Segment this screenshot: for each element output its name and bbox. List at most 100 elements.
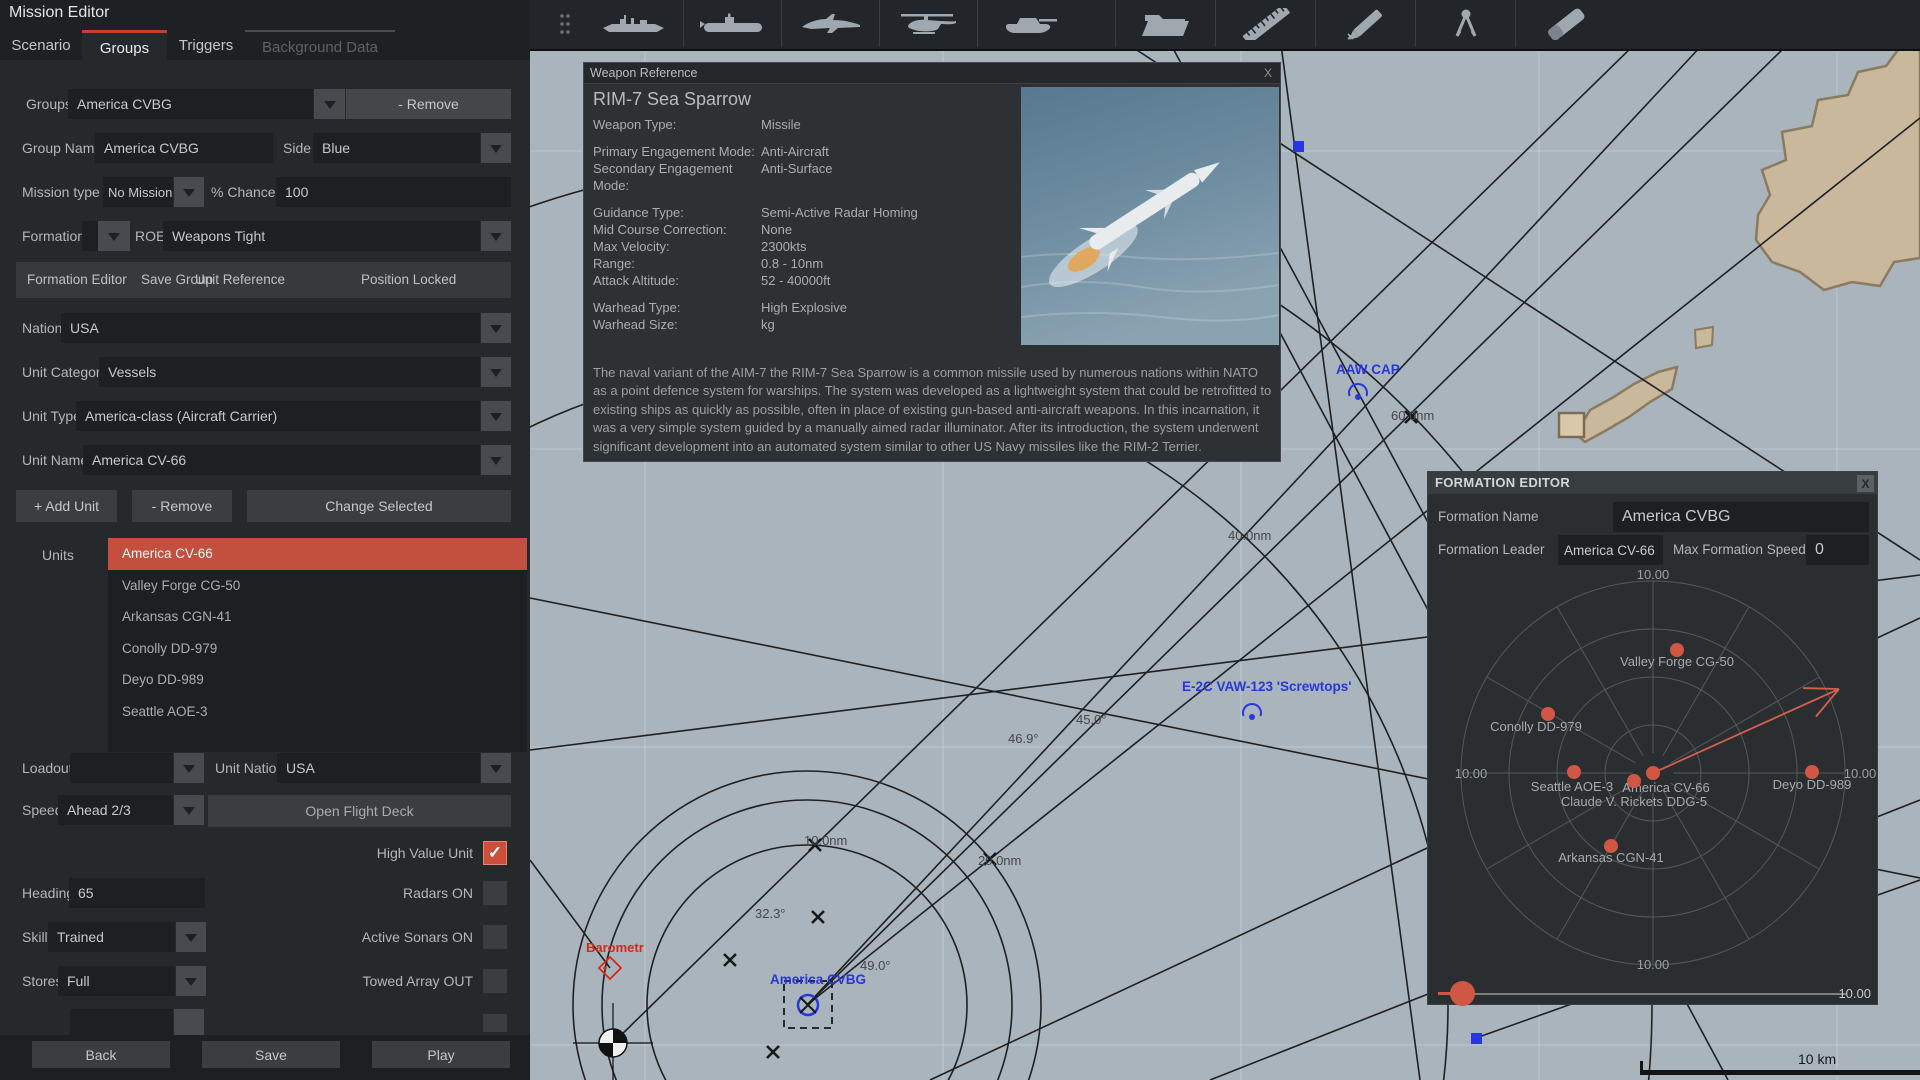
clipped-field[interactable] [70,1009,173,1035]
unit-type-dropdown-button[interactable] [481,401,511,431]
tab-scenario[interactable]: Scenario [0,30,82,60]
position-locked-toggle[interactable]: Position Locked [361,262,456,298]
stores-dropdown-button[interactable] [176,966,206,996]
open-flight-deck-button[interactable]: Open Flight Deck [208,795,511,827]
unit-marker-square[interactable] [1471,1033,1482,1044]
toolbar-aircraft-button[interactable] [781,0,880,47]
mission-type-dropdown-button[interactable] [174,177,204,207]
tank-icon [1006,17,1057,33]
warship-icon [603,14,664,32]
skill-select[interactable]: Trained [48,922,175,952]
radars-on-checkbox[interactable] [483,881,507,905]
groups-dropdown-button[interactable] [314,89,345,119]
unit-reference-button[interactable]: Unit Reference [195,262,285,298]
unit-category-dropdown-button[interactable] [481,357,511,387]
active-sonars-checkbox[interactable] [483,925,507,949]
clipped-dropdown-button[interactable] [174,1009,204,1035]
high-value-unit-checkbox[interactable] [483,841,507,865]
tab-groups[interactable]: Groups [82,30,167,63]
max-formation-speed-input[interactable]: 0 [1806,535,1869,565]
tab-triggers[interactable]: Triggers [167,30,245,60]
toolbar-ruler-button[interactable] [1215,0,1316,47]
heading-input[interactable]: 65 [69,878,205,908]
toolbar-helicopter-button[interactable] [879,0,978,47]
drag-handle-icon[interactable] [558,12,572,36]
helicopter-icon [901,13,956,34]
group-name-input[interactable]: America CVBG [95,133,273,163]
mission-type-select[interactable]: No Mission [103,177,173,207]
toolbar-folder-button[interactable] [1115,0,1216,47]
weapon-description: The naval variant of the AIM-7 the RIM-7… [593,365,1272,454]
stores-select[interactable]: Full [58,966,175,996]
towed-array-label: Towed Array OUT [362,973,473,989]
remove-group-button[interactable]: - Remove [346,89,511,119]
slider-knob[interactable] [1450,981,1475,1006]
unit-list-item[interactable]: Arkansas CGN-41 [108,601,527,633]
radars-on-label: Radars ON [402,885,473,901]
loadouts-dropdown-button[interactable] [174,753,204,783]
formation-range-slider[interactable] [1438,993,1846,995]
save-button[interactable]: Save [202,1041,340,1068]
spec-row: Mid Course Correction: None [593,222,793,237]
unit-marker-square[interactable] [1293,141,1304,152]
toolbar-compass-button[interactable] [1415,0,1516,47]
add-unit-button[interactable]: + Add Unit [16,490,117,522]
unit-type-label: Unit Type [22,408,81,424]
back-button[interactable]: Back [32,1041,170,1068]
play-button[interactable]: Play [372,1041,510,1068]
submarine-icon [700,13,762,32]
formation-name-input[interactable]: America CVBG [1613,502,1869,532]
tab-background-data[interactable]: Background Data [245,30,395,62]
chance-input[interactable]: 100 [276,177,511,207]
svg-text:10.00: 10.00 [1637,957,1670,972]
groups-select[interactable]: America CVBG [68,89,313,119]
towed-array-checkbox[interactable] [483,969,507,993]
unit-nation-select[interactable]: USA [277,753,480,783]
side-dropdown-button[interactable] [481,133,511,163]
clipped-checkbox[interactable] [483,1014,507,1032]
speed-select[interactable]: Ahead 2/3 [58,795,173,825]
unit-nation-dropdown-button[interactable] [481,753,511,783]
unit-list-item[interactable]: Valley Forge CG-50 [108,570,527,602]
weapon-name: RIM-7 Sea Sparrow [593,89,752,109]
loadouts-select[interactable] [70,753,173,783]
nation-select[interactable]: USA [61,313,480,343]
unit-name-dropdown-button[interactable] [481,445,511,475]
formation-editor-button[interactable]: Formation Editor [27,262,127,298]
map-label: 49.0° [860,958,891,973]
units-list[interactable]: America CV-66 Valley Forge CG-50 Arkansas … [108,538,527,752]
toolbar-tank-button[interactable] [977,0,1076,47]
change-selected-button[interactable]: Change Selected [247,490,511,522]
unit-name-select[interactable]: America CV-66 [83,445,480,475]
skill-dropdown-button[interactable] [176,922,206,952]
roe-select[interactable]: Weapons Tight [163,221,480,251]
remove-unit-button[interactable]: - Remove [132,490,232,522]
toolbar-submarine-button[interactable] [683,0,782,47]
toolbar-eraser-button[interactable] [1515,0,1616,47]
spec-row: Max Velocity: 2300kts [593,239,807,254]
unit-list-item[interactable]: Conolly DD-979 [108,633,527,665]
toolbar-warship-button[interactable] [585,0,683,47]
roe-dropdown-button[interactable] [481,221,511,251]
unit-type-select[interactable]: America-class (Aircraft Carrier) [76,401,480,431]
nation-dropdown-button[interactable] [481,313,511,343]
close-icon[interactable]: X [1857,475,1874,492]
compass-icon [1455,9,1477,37]
unit-list-item[interactable]: Seattle AOE-3 [108,696,527,728]
formation-select[interactable] [82,221,98,251]
speed-dropdown-button[interactable] [174,795,204,825]
toolbar-pencil-button[interactable] [1315,0,1416,47]
close-icon[interactable]: X [1264,66,1272,80]
unit-list-item[interactable]: Deyo DD-989 [108,664,527,696]
skill-label: Skill [22,929,48,945]
chance-label: % Chance [211,184,276,200]
map-label: America CVBG [770,972,867,987]
formation-dropdown-button[interactable] [98,221,130,251]
unit-category-select[interactable]: Vessels [99,357,480,387]
high-value-unit-label: High Value Unit [376,845,473,861]
side-select[interactable]: Blue [313,133,480,163]
chevron-down-icon [490,325,502,339]
formation-leader-select[interactable]: America CV-66 [1558,535,1663,565]
eraser-icon [1548,8,1585,40]
unit-list-item[interactable]: America CV-66 [108,538,527,570]
